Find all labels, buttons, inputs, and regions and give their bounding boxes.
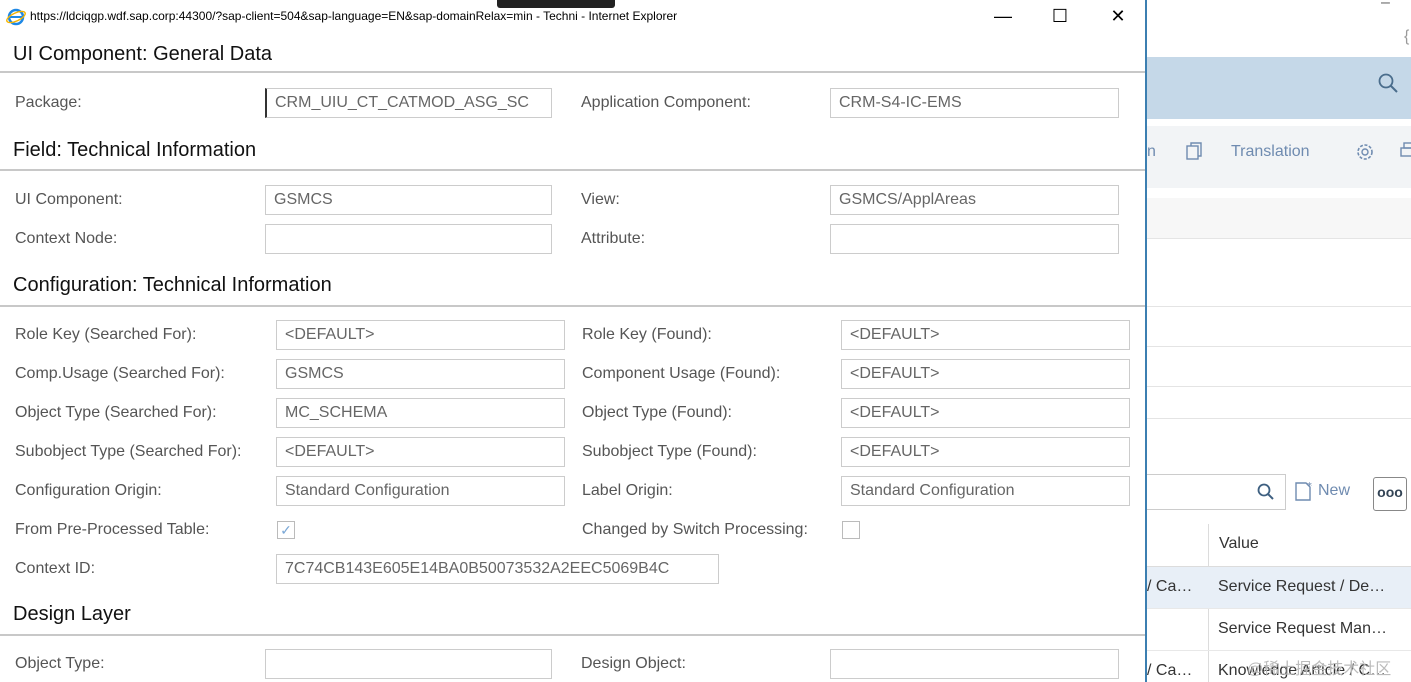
- package-field[interactable]: CRM_UIU_CT_CATMOD_ASG_SC: [265, 88, 552, 118]
- subobject-type-searched-field[interactable]: <DEFAULT>: [276, 437, 565, 467]
- object-type-found-label: Object Type (Found):: [582, 404, 732, 421]
- configuration-origin-label: Configuration Origin:: [15, 482, 162, 499]
- table-cell: / Ca…: [1147, 578, 1193, 595]
- checkmark-icon: ✓: [280, 522, 292, 538]
- new-document-icon[interactable]: *: [1293, 479, 1315, 503]
- table-header: [1147, 524, 1411, 567]
- copy-icon[interactable]: [1184, 141, 1204, 161]
- section-divider: [0, 305, 1145, 307]
- object-type-searched-field[interactable]: MC_SCHEMA: [276, 398, 565, 428]
- print-icon[interactable]: [1399, 141, 1411, 161]
- background-app: – { n Translation * New ooo Value / Ca… …: [1147, 0, 1411, 682]
- svg-text:*: *: [1307, 481, 1312, 492]
- design-object-label: Design Object:: [581, 655, 686, 672]
- filter-bar: [1147, 198, 1411, 239]
- application-component-field[interactable]: CRM-S4-IC-EMS: [830, 88, 1119, 118]
- subobject-type-found-field[interactable]: <DEFAULT>: [841, 437, 1130, 467]
- design-object-field[interactable]: [830, 649, 1119, 679]
- window-tab-overlay: [497, 0, 615, 8]
- divider: [1147, 418, 1411, 419]
- table-cell-value: Service Request / De…: [1218, 578, 1386, 595]
- gear-icon[interactable]: [1354, 141, 1376, 163]
- label-origin-label: Label Origin:: [582, 482, 673, 499]
- attribute-field[interactable]: [830, 224, 1119, 254]
- configuration-origin-field[interactable]: Standard Configuration: [276, 476, 565, 506]
- search-icon[interactable]: [1256, 482, 1276, 502]
- attribute-label: Attribute:: [581, 230, 646, 247]
- new-button[interactable]: New: [1318, 482, 1350, 500]
- section-divider: [0, 71, 1145, 73]
- switch-processing-checkbox[interactable]: [842, 521, 860, 539]
- component-usage-found-label: Component Usage (Found):: [582, 365, 781, 382]
- role-key-searched-field[interactable]: <DEFAULT>: [276, 320, 565, 350]
- minimize-button[interactable]: —: [988, 4, 1018, 28]
- view-field[interactable]: GSMCS/ApplAreas: [830, 185, 1119, 215]
- table-cell-value: Service Request Man…: [1218, 620, 1387, 637]
- design-object-type-label: Object Type:: [15, 655, 105, 672]
- comp-usage-searched-field[interactable]: GSMCS: [276, 359, 565, 389]
- context-node-field[interactable]: [265, 224, 552, 254]
- package-label: Package:: [15, 94, 82, 111]
- design-object-type-field[interactable]: [265, 649, 552, 679]
- watermark: @稀土掘金技术社区: [1247, 661, 1392, 678]
- search-icon[interactable]: [1377, 72, 1399, 94]
- translation-button[interactable]: Translation: [1231, 143, 1310, 161]
- subobject-type-found-label: Subobject Type (Found):: [582, 443, 757, 460]
- section-title-general: UI Component: General Data: [13, 43, 273, 65]
- role-key-found-label: Role Key (Found):: [582, 326, 712, 343]
- table-cell: / Ca…: [1147, 662, 1193, 679]
- context-id-field[interactable]: 7C74CB143E605E14BA0B50073532A2EEC5069B4C: [276, 554, 719, 584]
- role-key-found-field[interactable]: <DEFAULT>: [841, 320, 1130, 350]
- object-type-found-field[interactable]: <DEFAULT>: [841, 398, 1130, 428]
- more-button[interactable]: ooo: [1373, 477, 1407, 511]
- section-title-field: Field: Technical Information: [13, 139, 257, 161]
- background-minimize-icon[interactable]: –: [1381, 0, 1390, 12]
- divider: [1147, 306, 1411, 307]
- ui-component-field[interactable]: GSMCS: [265, 185, 552, 215]
- close-button[interactable]: ✕: [1103, 4, 1133, 28]
- switch-processing-label: Changed by Switch Processing:: [582, 521, 808, 538]
- section-divider: [0, 634, 1145, 636]
- section-title-design-layer: Design Layer: [13, 603, 131, 625]
- column-header-value[interactable]: Value: [1219, 535, 1259, 553]
- ui-component-label: UI Component:: [15, 191, 123, 208]
- maximize-button[interactable]: ☐: [1045, 4, 1075, 28]
- pre-processed-table-label: From Pre-Processed Table:: [15, 521, 210, 538]
- divider: [1147, 386, 1411, 387]
- pre-processed-table-checkbox[interactable]: ✓: [277, 521, 295, 539]
- window-title: https://ldciqgp.wdf.sap.corp:44300/?sap-…: [30, 9, 678, 23]
- label-origin-field[interactable]: Standard Configuration: [841, 476, 1130, 506]
- divider: [1147, 346, 1411, 347]
- subobject-type-searched-label: Subobject Type (Searched For):: [15, 443, 242, 460]
- window-titlebar[interactable]: https://ldciqgp.wdf.sap.corp:44300/?sap-…: [0, 0, 1145, 32]
- context-node-label: Context Node:: [15, 230, 118, 247]
- shell-bar: [1147, 57, 1411, 119]
- role-key-searched-label: Role Key (Searched For):: [15, 326, 197, 343]
- internet-explorer-icon: [6, 8, 26, 26]
- background-brace-glyph: {: [1404, 28, 1410, 45]
- toolbar-partial-label[interactable]: n: [1147, 143, 1156, 161]
- section-divider: [0, 169, 1145, 171]
- component-usage-found-field[interactable]: <DEFAULT>: [841, 359, 1130, 389]
- view-label: View:: [581, 191, 620, 208]
- technical-info-popup: https://ldciqgp.wdf.sap.corp:44300/?sap-…: [0, 0, 1147, 682]
- object-type-searched-label: Object Type (Searched For):: [15, 404, 217, 421]
- comp-usage-searched-label: Comp.Usage (Searched For):: [15, 365, 225, 382]
- application-component-label: Application Component:: [581, 94, 751, 111]
- section-title-configuration: Configuration: Technical Information: [13, 274, 332, 296]
- context-id-label: Context ID:: [15, 560, 96, 577]
